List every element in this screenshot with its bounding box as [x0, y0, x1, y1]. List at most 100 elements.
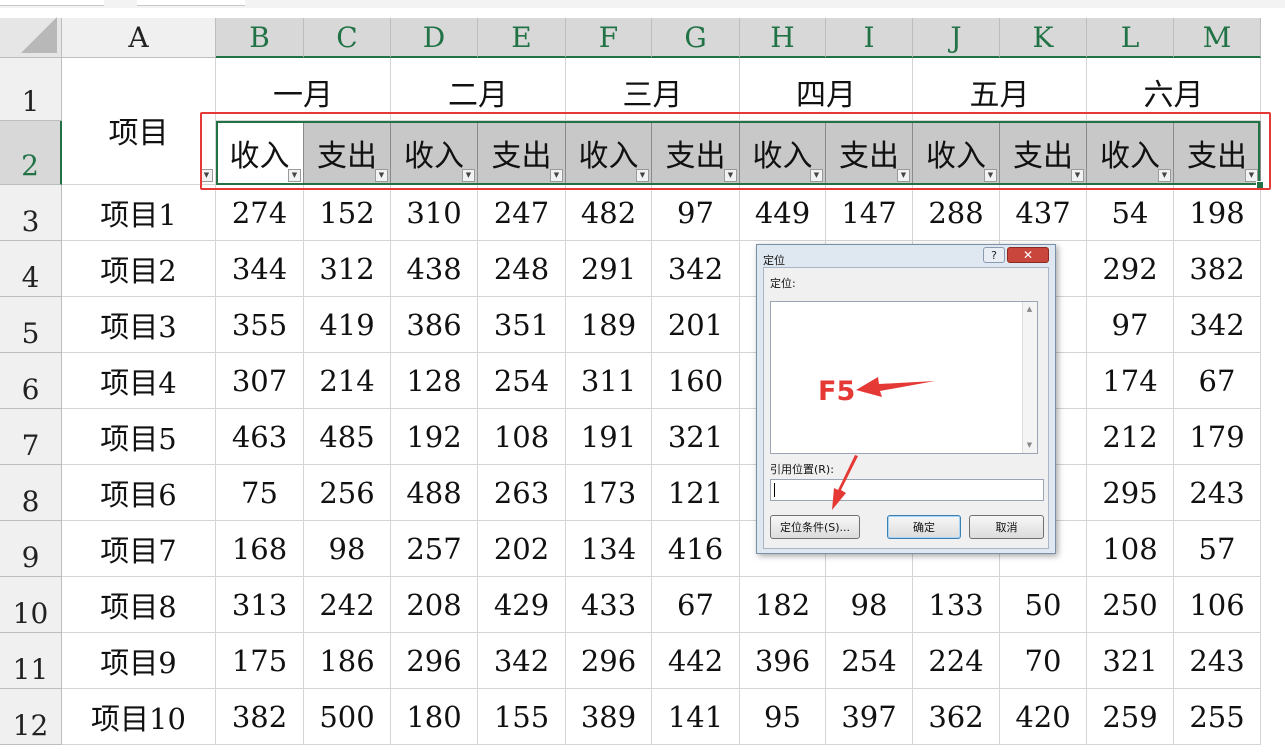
cell-value[interactable]: 67	[1174, 353, 1261, 409]
cell-value[interactable]: 321	[1087, 633, 1174, 689]
row-header-12[interactable]: 12	[0, 689, 62, 745]
cell-item-label[interactable]: 项目10	[62, 689, 216, 745]
goto-list-scrollbar[interactable]: ▲ ▼	[1022, 302, 1037, 453]
cell-value[interactable]: 449	[740, 185, 826, 241]
cell-value[interactable]: 288	[913, 185, 1000, 241]
column-header-g[interactable]: G	[652, 18, 740, 58]
cell-value[interactable]: 97	[1087, 297, 1174, 353]
cell-value[interactable]: 310	[391, 185, 478, 241]
column-header-b[interactable]: B	[216, 18, 304, 58]
cell-value[interactable]: 296	[391, 633, 478, 689]
cell-value[interactable]: 292	[1087, 241, 1174, 297]
cell-value[interactable]: 442	[652, 633, 740, 689]
filter-dropdown-icon[interactable]: ▼	[550, 169, 563, 182]
column-header-f[interactable]: F	[566, 18, 652, 58]
close-icon[interactable]: ✕	[1007, 247, 1049, 263]
filter-dropdown-icon[interactable]: ▼	[1071, 169, 1084, 182]
cell-value[interactable]: 247	[478, 185, 566, 241]
cell-value[interactable]: 321	[652, 409, 740, 465]
cell-income-header[interactable]: 收入 ▼	[391, 121, 478, 185]
filter-dropdown-icon[interactable]: ▼	[200, 169, 213, 182]
cell-value[interactable]: 248	[478, 241, 566, 297]
cell-value[interactable]: 147	[826, 185, 913, 241]
cell-value[interactable]: 342	[1174, 297, 1261, 353]
cell-value[interactable]: 243	[1174, 465, 1261, 521]
row-header-10[interactable]: 10	[0, 577, 62, 633]
reference-input[interactable]	[770, 479, 1044, 501]
row-header-5[interactable]: 5	[0, 297, 62, 353]
column-header-m[interactable]: M	[1174, 18, 1261, 58]
cell-value[interactable]: 189	[566, 297, 652, 353]
cell-value[interactable]: 386	[391, 297, 478, 353]
cell-value[interactable]: 191	[566, 409, 652, 465]
cell-value[interactable]: 108	[1087, 521, 1174, 577]
column-header-i[interactable]: I	[826, 18, 913, 58]
filter-dropdown-icon[interactable]: ▼	[462, 169, 475, 182]
filter-dropdown-icon[interactable]: ▼	[724, 169, 737, 182]
cell-item-label[interactable]: 项目8	[62, 577, 216, 633]
cell-value[interactable]: 98	[826, 577, 913, 633]
cell-value[interactable]: 54	[1087, 185, 1174, 241]
cell-value[interactable]: 274	[216, 185, 304, 241]
cell-value[interactable]: 121	[652, 465, 740, 521]
row-header-8[interactable]: 8	[0, 465, 62, 521]
cell-value[interactable]: 419	[304, 297, 391, 353]
cell-item-label[interactable]: 项目4	[62, 353, 216, 409]
cell-value[interactable]: 416	[652, 521, 740, 577]
cell-value[interactable]: 259	[1087, 689, 1174, 745]
cell-month-header[interactable]: 一月	[216, 58, 391, 121]
cell-item-label[interactable]: 项目3	[62, 297, 216, 353]
cell-value[interactable]: 243	[1174, 633, 1261, 689]
cell-month-header[interactable]: 四月	[740, 58, 913, 121]
cell-item-header[interactable]: 项目	[62, 58, 216, 185]
cell-value[interactable]: 208	[391, 577, 478, 633]
column-header-c[interactable]: C	[304, 18, 391, 58]
cell-expense-header[interactable]: 支出 ▼	[1174, 121, 1261, 185]
scroll-down-icon[interactable]: ▼	[1025, 441, 1034, 450]
cell-expense-header[interactable]: 支出 ▼	[304, 121, 391, 185]
cell-month-header[interactable]: 五月	[913, 58, 1087, 121]
cell-value[interactable]: 263	[478, 465, 566, 521]
cell-value[interactable]: 179	[1174, 409, 1261, 465]
cell-item-label[interactable]: 项目5	[62, 409, 216, 465]
cell-value[interactable]: 75	[216, 465, 304, 521]
cell-value[interactable]: 180	[391, 689, 478, 745]
filter-dropdown-icon[interactable]: ▼	[984, 169, 997, 182]
cell-value[interactable]: 307	[216, 353, 304, 409]
sheet-tab-strip-left[interactable]	[0, 0, 104, 6]
cell-value[interactable]: 57	[1174, 521, 1261, 577]
cell-value[interactable]: 311	[566, 353, 652, 409]
help-icon[interactable]: ?	[983, 247, 1005, 263]
cell-item-label[interactable]: 项目9	[62, 633, 216, 689]
cell-value[interactable]: 351	[478, 297, 566, 353]
cell-value[interactable]: 155	[478, 689, 566, 745]
row-header-4[interactable]: 4	[0, 241, 62, 297]
cell-income-header[interactable]: 收入 ▼	[566, 121, 652, 185]
cell-value[interactable]: 133	[913, 577, 1000, 633]
cell-value[interactable]: 433	[566, 577, 652, 633]
cell-value[interactable]: 254	[826, 633, 913, 689]
row-header-7[interactable]: 7	[0, 409, 62, 465]
cell-value[interactable]: 463	[216, 409, 304, 465]
cell-income-header[interactable]: 收入 ▼	[216, 121, 304, 185]
cell-value[interactable]: 254	[478, 353, 566, 409]
cell-value[interactable]: 485	[304, 409, 391, 465]
cell-income-header[interactable]: 收入 ▼	[740, 121, 826, 185]
cell-value[interactable]: 202	[478, 521, 566, 577]
cell-value[interactable]: 342	[478, 633, 566, 689]
cell-value[interactable]: 224	[913, 633, 1000, 689]
cell-value[interactable]: 141	[652, 689, 740, 745]
cell-value[interactable]: 214	[304, 353, 391, 409]
cell-value[interactable]: 295	[1087, 465, 1174, 521]
cell-value[interactable]: 362	[913, 689, 1000, 745]
row-header-11[interactable]: 11	[0, 633, 62, 689]
cell-value[interactable]: 291	[566, 241, 652, 297]
cell-value[interactable]: 382	[1174, 241, 1261, 297]
cell-value[interactable]: 500	[304, 689, 391, 745]
row-header-1[interactable]: 1	[0, 58, 62, 121]
cell-item-label[interactable]: 项目1	[62, 185, 216, 241]
cell-value[interactable]: 344	[216, 241, 304, 297]
cell-value[interactable]: 257	[391, 521, 478, 577]
ok-button[interactable]: 确定	[887, 515, 961, 539]
filter-dropdown-icon[interactable]: ▼	[636, 169, 649, 182]
